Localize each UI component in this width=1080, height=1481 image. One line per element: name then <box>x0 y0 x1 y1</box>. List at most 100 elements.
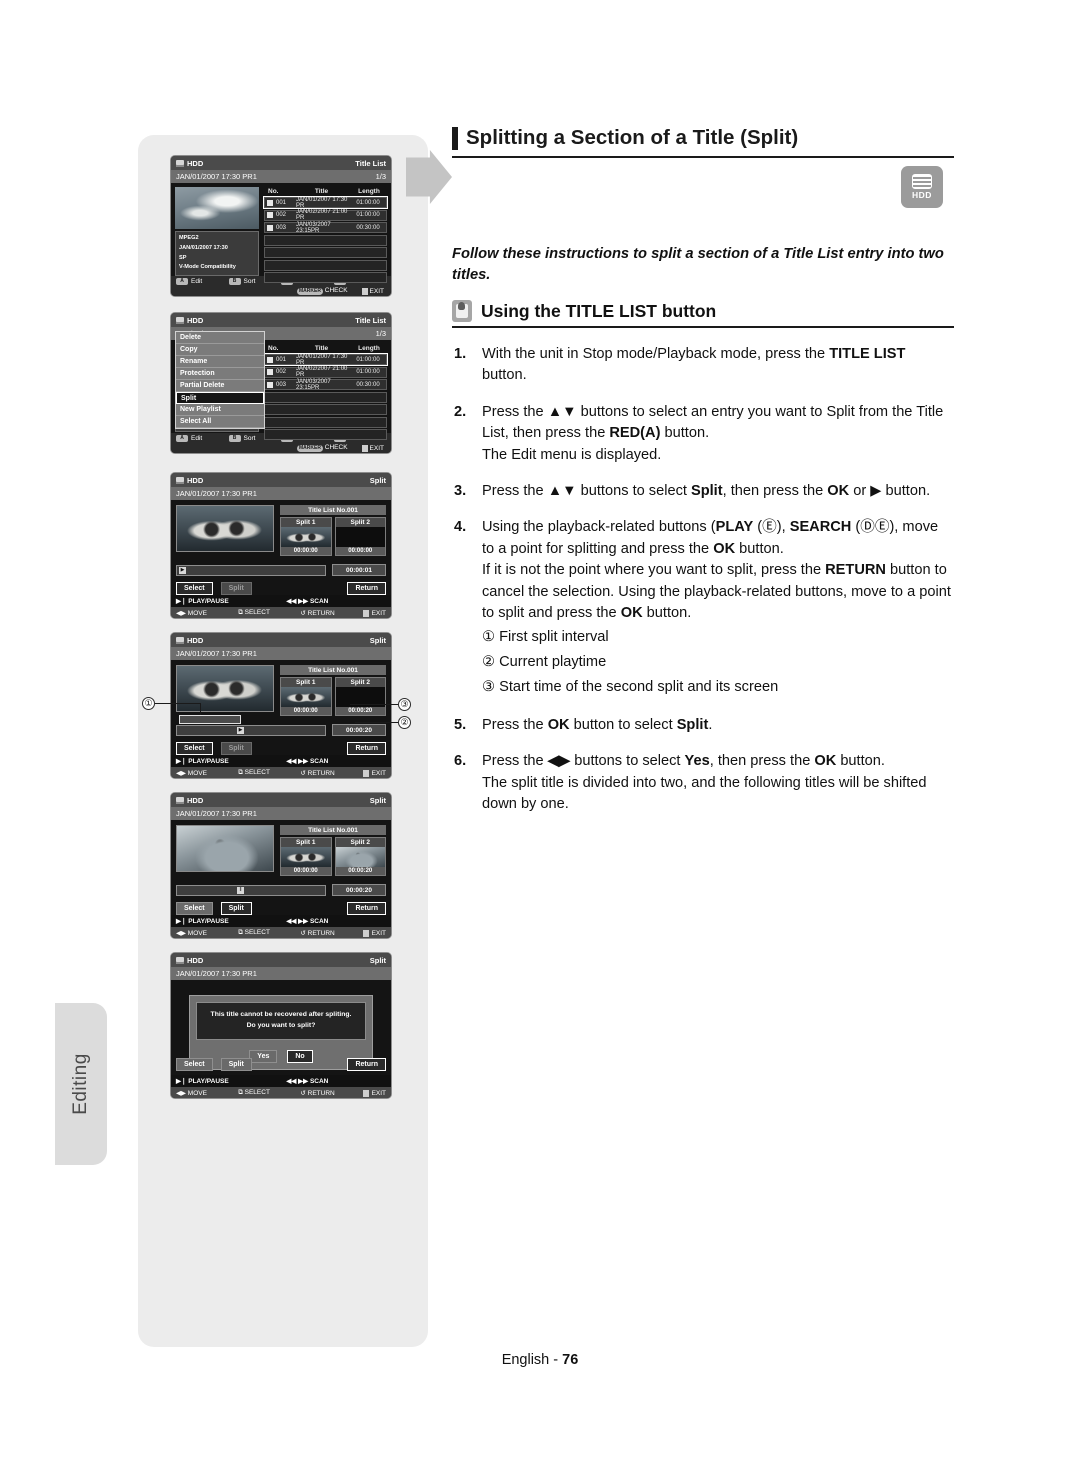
row-checkbox[interactable] <box>267 381 273 388</box>
edit-menu-item-select-all[interactable]: Select All <box>176 416 264 428</box>
table-row[interactable]: 001 JAN/01/2007 17:30 PR 01:00:00 <box>263 353 388 366</box>
return-button[interactable]: Return <box>347 902 386 915</box>
row-checkbox[interactable] <box>267 369 273 375</box>
hdd-badge: HDD <box>901 166 943 208</box>
step-keyword: Yes <box>684 753 710 770</box>
step-keyword: TITLE LIST <box>829 345 906 362</box>
playhead-handle[interactable]: ▶ <box>179 566 186 574</box>
hint-move[interactable]: ◀▶ MOVE <box>176 609 238 617</box>
hint-select[interactable]: ⧉ SELECT <box>238 1089 300 1097</box>
marker-row: MARKER CHECK EXIT <box>176 287 386 295</box>
cell-title: JAN/01/2007 17:30 PR <box>296 353 348 366</box>
leader-line-1b <box>200 703 201 715</box>
row-checkbox[interactable] <box>267 212 273 218</box>
column-length: Length <box>358 188 380 195</box>
table-row[interactable]: 002 JAN/02/2007 21:00 PR 01:00:00 <box>264 209 387 221</box>
marker-key[interactable]: MARKER <box>297 445 323 452</box>
edit-menu-item-protection[interactable]: Protection <box>176 368 264 380</box>
split1-thumbnail <box>281 527 331 547</box>
return-button[interactable]: Return <box>347 582 386 595</box>
edit-menu-item-partial-delete[interactable]: Partial Delete <box>176 380 264 392</box>
softkey-row: ◀▶ MOVE ⧉ SELECT ↺ RETURN EXIT <box>176 1089 386 1097</box>
marker-label: CHECK <box>324 287 348 294</box>
edit-menu-item-copy[interactable]: Copy <box>176 344 264 356</box>
row-checkbox[interactable] <box>267 224 273 231</box>
edit-menu-item-delete[interactable]: Delete <box>176 332 264 344</box>
hint-select[interactable]: ⧉ SELECT <box>238 929 300 937</box>
hint-return[interactable]: ↺ RETURN <box>300 929 362 937</box>
progress-bar[interactable]: ‖ <box>176 884 326 896</box>
step-number: 5. <box>454 716 467 733</box>
return-button[interactable]: Return <box>347 1058 386 1071</box>
screen-topbar: HDD Title List <box>171 313 391 327</box>
hint-move[interactable]: ◀▶ MOVE <box>176 1089 238 1097</box>
playhead-handle[interactable]: ‖ <box>237 886 244 894</box>
screen-statusbar: JAN/01/2007 17:30 PR1 <box>171 967 391 980</box>
row-checkbox[interactable] <box>267 356 273 363</box>
playhead-handle[interactable]: ▶ <box>237 726 244 734</box>
screen-topbar: HDD Split <box>171 953 391 967</box>
screen-bottombar: ◀▶ MOVE ⧉ SELECT ↺ RETURN EXIT <box>171 1087 391 1098</box>
dialog-message: This title cannot be recovered after spl… <box>195 1002 367 1040</box>
row-checkbox[interactable] <box>267 199 273 206</box>
select-button[interactable]: Select <box>176 582 213 595</box>
split-button[interactable]: Split <box>220 742 252 755</box>
hint-return[interactable]: ↺ RETURN <box>300 609 362 617</box>
softkey-label: Sort <box>243 435 256 442</box>
split2-time: 00:00:20 <box>335 867 385 875</box>
marker-key[interactable]: MARKER <box>297 288 323 295</box>
hint-exit[interactable]: EXIT <box>362 609 386 617</box>
hdd-icon <box>176 956 184 964</box>
marker-label: CHECK <box>324 444 348 451</box>
cell-no: 003 <box>276 381 287 388</box>
table-row[interactable]: 003 JAN/03/2007 23:15PR 00:30:00 <box>264 379 387 391</box>
step-line: Press the ▲▼ buttons to select Split, th… <box>482 482 931 499</box>
status-date: JAN/01/2007 17:30 PR1 <box>176 809 257 818</box>
split-button[interactable]: Split <box>220 1058 252 1071</box>
playback-hints: ▶❘ PLAY/PAUSE ◀◀ ▶▶ SCAN <box>171 595 391 607</box>
progress-bar[interactable]: ▶ <box>176 564 326 576</box>
table-row[interactable]: 002 JAN/02/2007 21:00 PR 01:00:00 <box>264 366 387 378</box>
select-button[interactable]: Select <box>176 1058 213 1071</box>
split2-cell: Split 2 00:00:00 <box>334 517 386 556</box>
hint-select[interactable]: ⧉ SELECT <box>238 609 300 617</box>
screen-body: MPEG2 JAN/01/2007 17:30 SP V-Mode Compat… <box>171 183 391 283</box>
split-button[interactable]: Split <box>220 902 252 915</box>
table-row[interactable]: 003 JAN/03/2007 23:15PR 00:30:00 <box>264 222 387 234</box>
hint-move[interactable]: ◀▶ MOVE <box>176 929 238 937</box>
exit-label: EXIT <box>369 444 384 452</box>
titlelist-rows: 001 JAN/01/2007 17:30 PR 01:00:00 002 JAN/02… <box>263 196 388 283</box>
hint-return[interactable]: ↺ RETURN <box>300 769 362 777</box>
table-row[interactable]: 001 JAN/01/2007 17:30 PR 01:00:00 <box>263 196 388 209</box>
hint-return[interactable]: ↺ RETURN <box>300 1089 362 1097</box>
progress-bar[interactable]: ▶ <box>176 714 326 736</box>
select-button[interactable]: Select <box>176 902 213 915</box>
table-row-empty <box>264 272 387 283</box>
screen-topbar: HDD Split <box>171 473 391 487</box>
split-button[interactable]: Split <box>220 582 252 595</box>
hint-exit[interactable]: EXIT <box>362 769 386 777</box>
step-line: If it is not the point where you want to… <box>482 562 951 622</box>
hint-exit[interactable]: EXIT <box>362 1089 386 1097</box>
screen-body: JAN/01/2007 17:30 No. Title Length 001JA… <box>171 331 391 440</box>
split2-cell: Split 2 00:00:20 <box>334 837 386 876</box>
main-preview <box>176 825 274 872</box>
softkey-edit[interactable]: A Edit <box>176 435 229 442</box>
cell-no: 001 <box>276 356 287 363</box>
hint-exit[interactable]: EXIT <box>362 929 386 937</box>
edit-menu-item-rename[interactable]: Rename <box>176 356 264 368</box>
select-button[interactable]: Select <box>176 742 213 755</box>
play-pause-hint: ▶❘ PLAY/PAUSE <box>176 598 229 605</box>
content-column: Splitting a Section of a Title (Split) H… <box>452 126 954 831</box>
hint-select[interactable]: ⧉ SELECT <box>238 769 300 777</box>
edit-menu-item-split[interactable]: Split <box>176 392 264 404</box>
hint-move[interactable]: ◀▶ MOVE <box>176 769 238 777</box>
softkey-key: B <box>228 435 241 442</box>
edit-menu-item-new-playlist[interactable]: New Playlist <box>176 404 264 416</box>
playback-hints: ▶❘ PLAY/PAUSE ◀◀ ▶▶ SCAN <box>171 755 391 767</box>
split2-time: 00:00:20 <box>335 707 385 715</box>
return-button[interactable]: Return <box>347 742 386 755</box>
scan-hint: ◀◀ ▶▶ SCAN <box>286 758 329 765</box>
softkey-edit[interactable]: A Edit <box>176 278 229 285</box>
edit-menu[interactable]: Delete Copy Rename Protection Partial Delete… <box>175 331 265 429</box>
